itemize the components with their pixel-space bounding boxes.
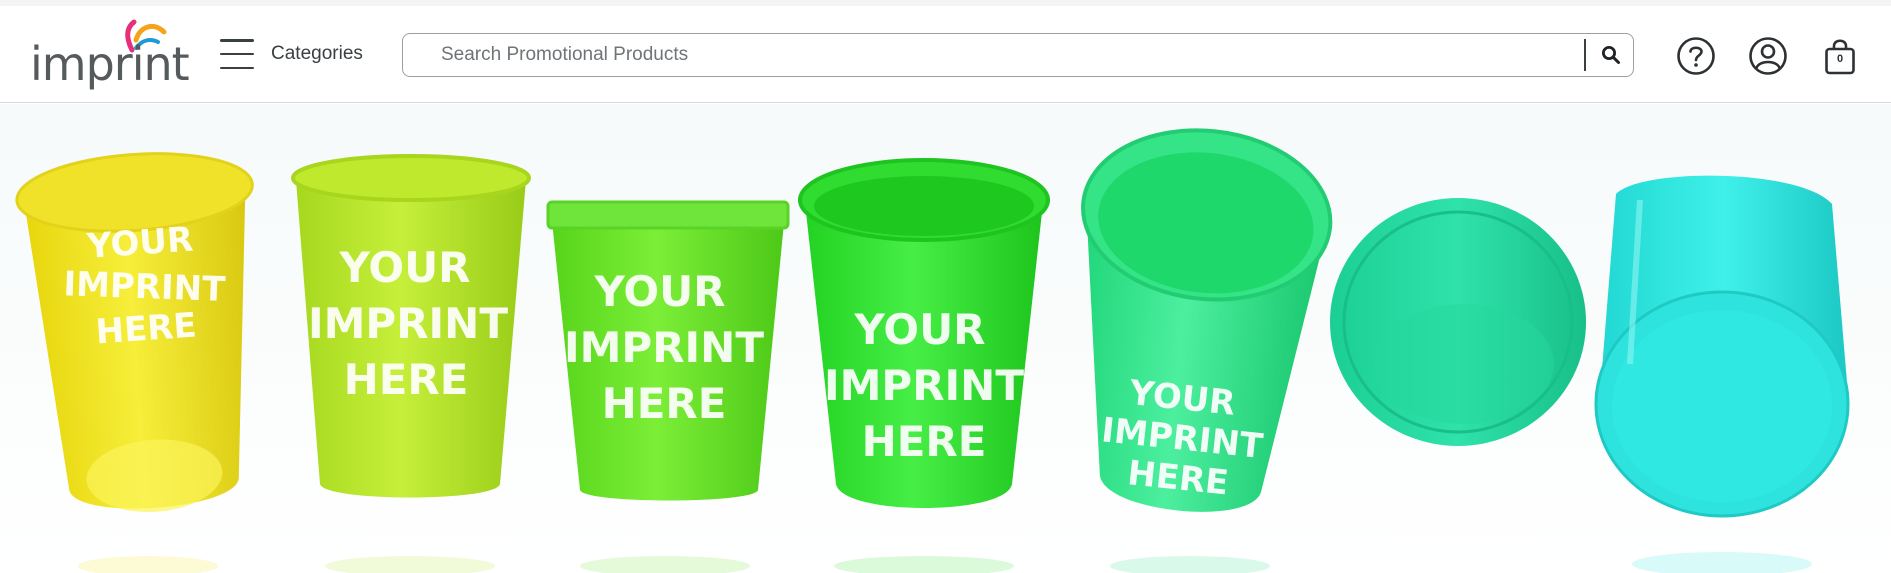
imprint-logo[interactable]: imprint [30, 18, 190, 100]
cup-bright-green-line-2: IMPRINT [824, 361, 1024, 410]
cup-green-line-1: YOUR [593, 267, 725, 316]
cup-yellow-line-1: YOUR [85, 220, 195, 267]
search-bar [402, 33, 1634, 77]
cup-bright-green-line-1: YOUR [853, 305, 985, 354]
cup-bright-green: YOUR IMPRINT HERE [798, 158, 1050, 508]
help-icon [1677, 37, 1715, 75]
account-button[interactable] [1748, 36, 1788, 76]
cup-lime: YOUR IMPRINT HERE [291, 154, 531, 498]
search-divider [1584, 39, 1586, 71]
cup-mint: YOUR IMPRINT HERE [1081, 128, 1333, 512]
cup-yellow-line-3: HERE [94, 306, 198, 353]
cup-green-line-3: HERE [602, 379, 727, 428]
search-button[interactable] [1589, 34, 1633, 75]
cart-count-badge: 0 [1836, 53, 1844, 65]
cup-cyan [1594, 175, 1850, 518]
site-header: imprint Categories Search Promotional Pr… [0, 6, 1891, 103]
hero-banner: YOUR IMPRINT HERE YOUR IMPRINT HERE YOUR… [0, 104, 1891, 573]
cup-yellow: YOUR IMPRINT HERE [15, 152, 254, 513]
search-icon [1602, 45, 1620, 64]
cup-teal [1330, 198, 1586, 446]
hamburger-icon [220, 39, 256, 69]
cup-lime-line-3: HERE [344, 355, 469, 404]
cup-reflections [78, 552, 1812, 573]
cup-lime-line-2: IMPRINT [308, 299, 508, 348]
logo-text: imprint [30, 37, 190, 91]
categories-menu-button[interactable]: Categories [220, 36, 363, 72]
search-input[interactable] [439, 34, 1573, 76]
categories-label: Categories [271, 43, 363, 64]
cup-lime-line-1: YOUR [338, 243, 470, 292]
cup-yellow-line-2: IMPRINT [63, 264, 227, 310]
account-icon [1749, 37, 1787, 75]
cup-green-line-2: IMPRINT [564, 323, 764, 372]
cart-button[interactable]: 0 [1820, 36, 1860, 76]
hero-cups-illustration: YOUR IMPRINT HERE YOUR IMPRINT HERE YOUR… [15, 128, 1850, 573]
cup-green: YOUR IMPRINT HERE [546, 200, 790, 501]
help-button[interactable] [1676, 36, 1716, 76]
cup-bright-green-line-3: HERE [862, 417, 987, 466]
